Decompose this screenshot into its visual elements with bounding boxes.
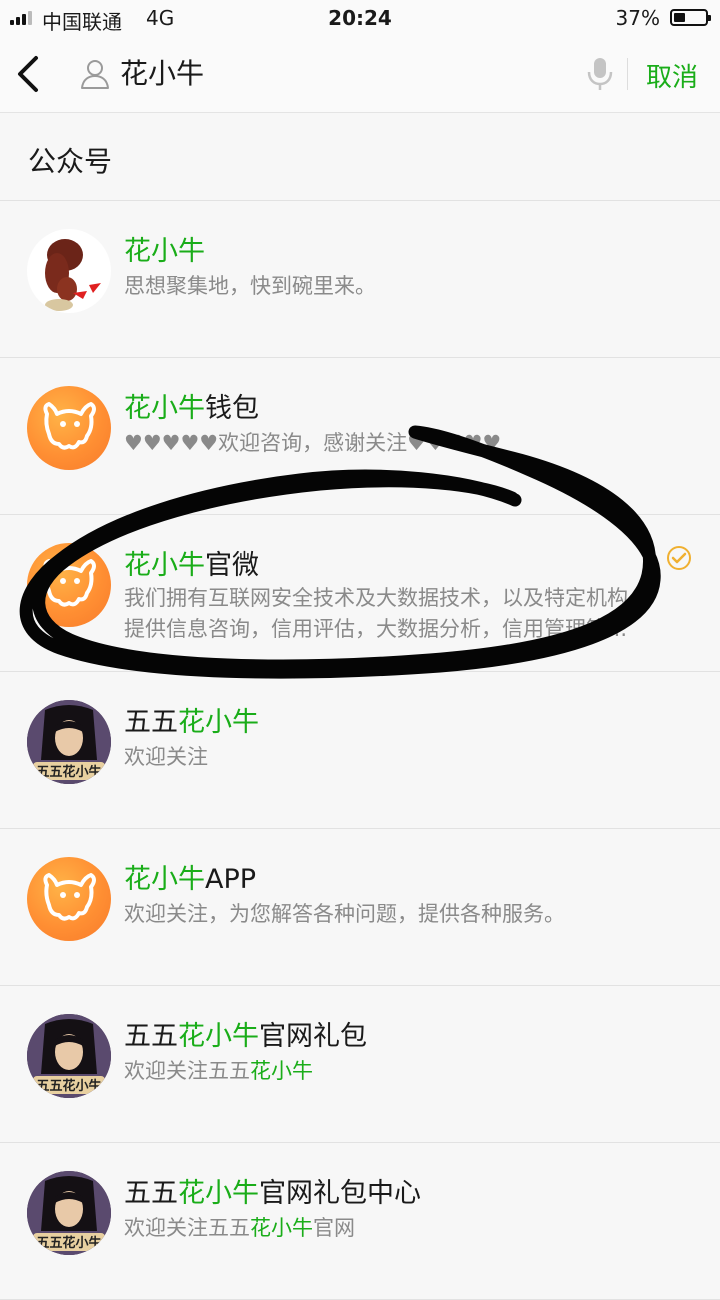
status-bar: 中国联通 4G 20:24 37% [0,0,720,36]
svg-text:五五花小牛: 五五花小牛 [36,1235,101,1251]
result-description: ♥♥♥♥♥欢迎咨询，感谢关注♥♥♥♥♥ [124,431,502,455]
svg-text:五五花小牛: 五五花小牛 [36,764,101,780]
result-title: 花小牛APP [124,864,257,895]
list-item[interactable]: 花小牛官微 我们拥有互联网安全技术及大数据技术，以及特定机构 提供信息咨询，信用… [0,515,720,672]
svg-text:五五花小牛: 五五花小牛 [36,1078,101,1094]
avatar [27,857,111,941]
result-title: 五五花小牛官网礼包中心 [124,1178,421,1209]
list-item[interactable]: 五五花小牛 五五花小牛 欢迎关注 [0,672,720,829]
result-title: 五五花小牛官网礼包 [124,1021,367,1052]
avatar: 五五花小牛 [27,1171,111,1255]
result-description: 欢迎关注 [124,745,208,769]
result-description-line-2: 提供信息咨询，信用评估，大数据分析，信用管理等... [124,617,628,641]
cancel-button[interactable]: 取消 [646,57,698,94]
results-list: 花小牛 思想聚集地，快到碗里来。 花小牛钱包 ♥♥♥♥♥欢迎咨询，感谢关注♥♥♥… [0,200,720,1300]
result-title: 五五花小牛 [124,707,259,738]
person-icon [80,58,110,90]
search-input[interactable] [120,55,560,88]
battery-percent: 37% [615,6,660,30]
list-item[interactable]: 花小牛钱包 ♥♥♥♥♥欢迎咨询，感谢关注♥♥♥♥♥ [0,358,720,515]
section-title: 公众号 [28,145,113,178]
avatar: 五五花小牛 [27,1014,111,1098]
avatar [27,386,111,470]
result-description-line-1: 我们拥有互联网安全技术及大数据技术，以及特定机构 [124,586,628,610]
result-description: 欢迎关注，为您解答各种问题，提供各种服务。 [124,902,565,926]
list-item[interactable]: 花小牛APP 欢迎关注，为您解答各种问题，提供各种服务。 [0,829,720,986]
result-description: 欢迎关注五五花小牛 [124,1059,313,1083]
battery-icon [670,9,711,26]
list-item[interactable]: 五五花小牛 五五花小牛官网礼包中心 欢迎关注五五花小牛官网 [0,1143,720,1300]
list-item[interactable]: 花小牛 思想聚集地，快到碗里来。 [0,201,720,358]
result-title: 花小牛官微 [124,550,259,581]
header-divider [627,58,628,90]
clock: 20:24 [328,6,392,30]
result-description: 思想聚集地，快到碗里来。 [124,274,376,298]
search-header: 取消 [0,36,720,113]
verified-badge-icon [666,545,692,571]
back-chevron-icon[interactable] [12,54,48,94]
avatar [27,229,111,313]
result-title: 花小牛钱包 [124,393,259,424]
microphone-icon[interactable] [586,56,614,92]
avatar [27,543,111,627]
avatar: 五五花小牛 [27,700,111,784]
list-item[interactable]: 五五花小牛 五五花小牛官网礼包 欢迎关注五五花小牛 [0,986,720,1143]
result-title: 花小牛 [124,236,205,267]
result-description: 欢迎关注五五花小牛官网 [124,1216,355,1240]
